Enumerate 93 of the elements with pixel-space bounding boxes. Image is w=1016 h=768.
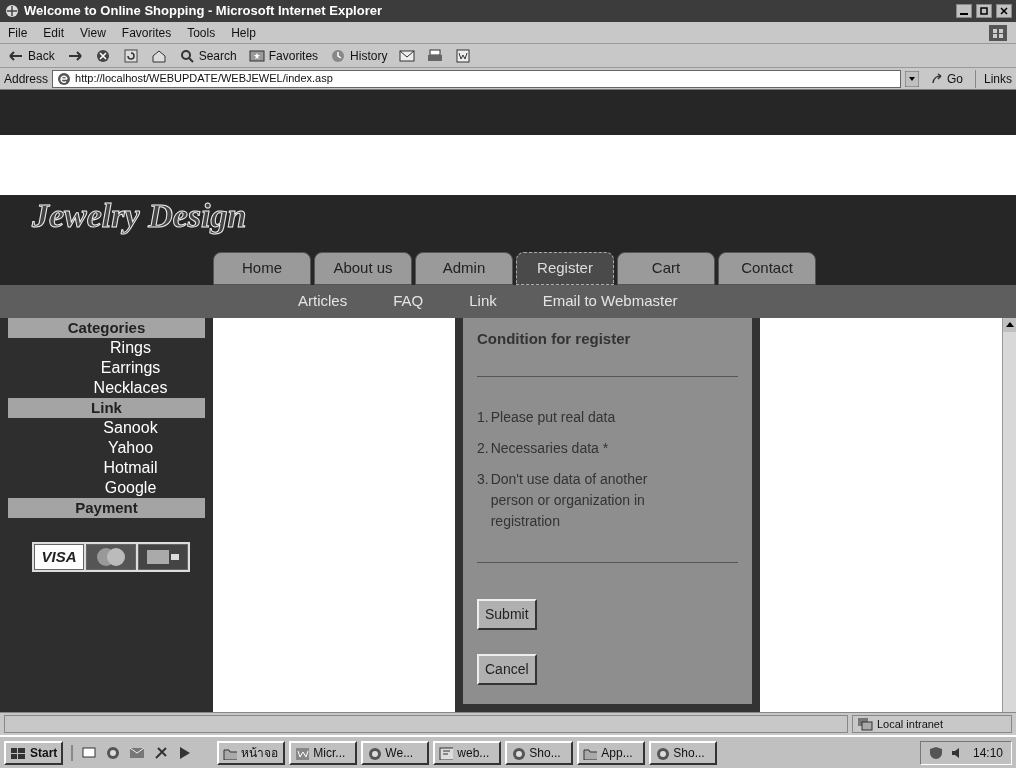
subnav-link[interactable]: FAQ <box>393 290 424 313</box>
card-emblem-icon <box>145 547 181 567</box>
sidebar-link[interactable]: Earrings <box>48 358 213 378</box>
toolbar-button[interactable] <box>94 47 111 64</box>
form-button[interactable]: Cancel <box>477 654 537 685</box>
sidebar-heading: Categories <box>8 318 205 338</box>
toolbar-button[interactable] <box>427 47 444 64</box>
minimize-icon <box>960 13 968 15</box>
toolbar-button[interactable]: Favorites <box>248 46 319 65</box>
sidebar-link[interactable]: Necklaces <box>48 378 213 398</box>
shield-icon <box>928 745 943 760</box>
nav-tab[interactable]: Cart <box>617 252 715 285</box>
menu-item[interactable]: Tools <box>187 23 216 42</box>
toolbar-button[interactable]: Back <box>8 46 55 65</box>
browser-icon[interactable] <box>105 744 122 761</box>
browser-icon <box>57 71 72 86</box>
toolbar-button[interactable] <box>399 47 416 64</box>
zone-label: Local intranet <box>877 716 944 732</box>
site-logo: Jewelry Design <box>32 197 247 234</box>
scroll-up-icon[interactable] <box>1003 318 1016 332</box>
links-button[interactable]: Links <box>975 69 1012 88</box>
sidebar-heading: Payment <box>8 498 205 518</box>
panel-title: Condition for register <box>477 329 632 349</box>
toolbar-button[interactable]: Search <box>178 46 237 65</box>
subnav-link[interactable]: Link <box>469 290 497 313</box>
mail-icon <box>399 47 416 64</box>
visa-card: VISA <box>34 544 84 570</box>
dropdown-icon[interactable] <box>904 70 919 87</box>
menu-item[interactable]: Edit <box>43 23 65 42</box>
form-button[interactable]: Submit <box>477 599 537 630</box>
refresh-icon <box>122 47 139 64</box>
intranet-icon <box>857 717 873 731</box>
browser-icon <box>511 745 526 760</box>
list-number: 2. <box>477 439 489 458</box>
stop-icon <box>94 47 111 64</box>
taskbar-button[interactable]: We... <box>361 740 430 765</box>
list-number: 3. <box>477 470 489 489</box>
search-icon <box>178 47 195 64</box>
close-button[interactable] <box>996 4 1012 18</box>
taskbar-button[interactable]: Sho... <box>649 740 718 765</box>
menu-item[interactable]: Favorites <box>121 23 172 42</box>
menu-item[interactable]: File <box>8 23 28 42</box>
menu-item[interactable]: View <box>80 23 106 42</box>
list-number: 1. <box>477 408 489 427</box>
nav-tab[interactable]: About us <box>314 252 412 285</box>
sidebar-link[interactable]: Rings <box>48 338 213 358</box>
document-icon <box>295 745 310 760</box>
taskbar-button[interactable]: App... <box>577 740 646 765</box>
toolbar-button[interactable]: History <box>330 46 388 65</box>
close-icon <box>999 6 1009 16</box>
sidebar-link[interactable]: Google <box>48 478 213 498</box>
subnav-link[interactable]: Email to Webmaster <box>542 290 678 313</box>
taskbar-button[interactable]: web... <box>433 740 502 765</box>
page-icon <box>439 745 454 760</box>
taskbar-button[interactable]: Sho... <box>505 740 574 765</box>
subnav-link[interactable]: Articles <box>298 290 348 313</box>
windows-logo-icon <box>988 23 1008 42</box>
window-title: Welcome to Online Shopping - Microsoft Internet Explorer <box>24 2 383 21</box>
browser-icon <box>4 3 20 19</box>
windows-flag-icon <box>10 745 26 760</box>
condition-text: Don't use data of another person or organization in registration <box>490 470 649 531</box>
minimize-button[interactable] <box>956 4 972 18</box>
taskbar-button[interactable]: หน้าจอ <box>217 740 286 765</box>
maximize-icon <box>979 6 989 16</box>
start-button[interactable]: Start <box>4 740 64 765</box>
taskbar-button[interactable]: Micr... <box>289 740 358 765</box>
menu-item[interactable]: Help <box>231 23 256 42</box>
history-icon <box>330 47 347 64</box>
browser-icon <box>367 745 382 760</box>
desktop-icon[interactable] <box>81 744 98 761</box>
toolbar-button[interactable] <box>455 47 472 64</box>
sidebar-heading: Link <box>8 398 205 418</box>
sidebar-link[interactable]: Sanook <box>48 418 213 438</box>
nav-tab[interactable]: Home <box>213 252 311 285</box>
nav-tab[interactable]: Contact <box>718 252 816 285</box>
browser-icon <box>655 745 670 760</box>
go-button[interactable]: Go <box>922 69 971 88</box>
sidebar-link[interactable]: Yahoo <box>48 438 213 458</box>
cross-icon[interactable] <box>153 744 170 761</box>
maximize-button[interactable] <box>976 4 992 18</box>
nav-tab[interactable]: Register <box>516 252 614 285</box>
edit-icon <box>455 47 472 64</box>
clock: 14:10 <box>972 744 1003 762</box>
favorites-icon <box>248 47 265 64</box>
condition-text: Please put real data <box>490 408 616 427</box>
condition-text: Necessaries data * <box>490 439 609 458</box>
print-icon <box>427 47 444 64</box>
address-field[interactable]: http://localhost/WEBUPDATE/WEBJEWEL/index.asp <box>52 69 901 88</box>
toolbar-button[interactable] <box>122 47 139 64</box>
arrow-icon <box>930 72 943 85</box>
nav-tab[interactable]: Admin <box>415 252 513 285</box>
address-label: Address <box>4 70 49 88</box>
sidebar-link[interactable]: Hotmail <box>48 458 213 478</box>
